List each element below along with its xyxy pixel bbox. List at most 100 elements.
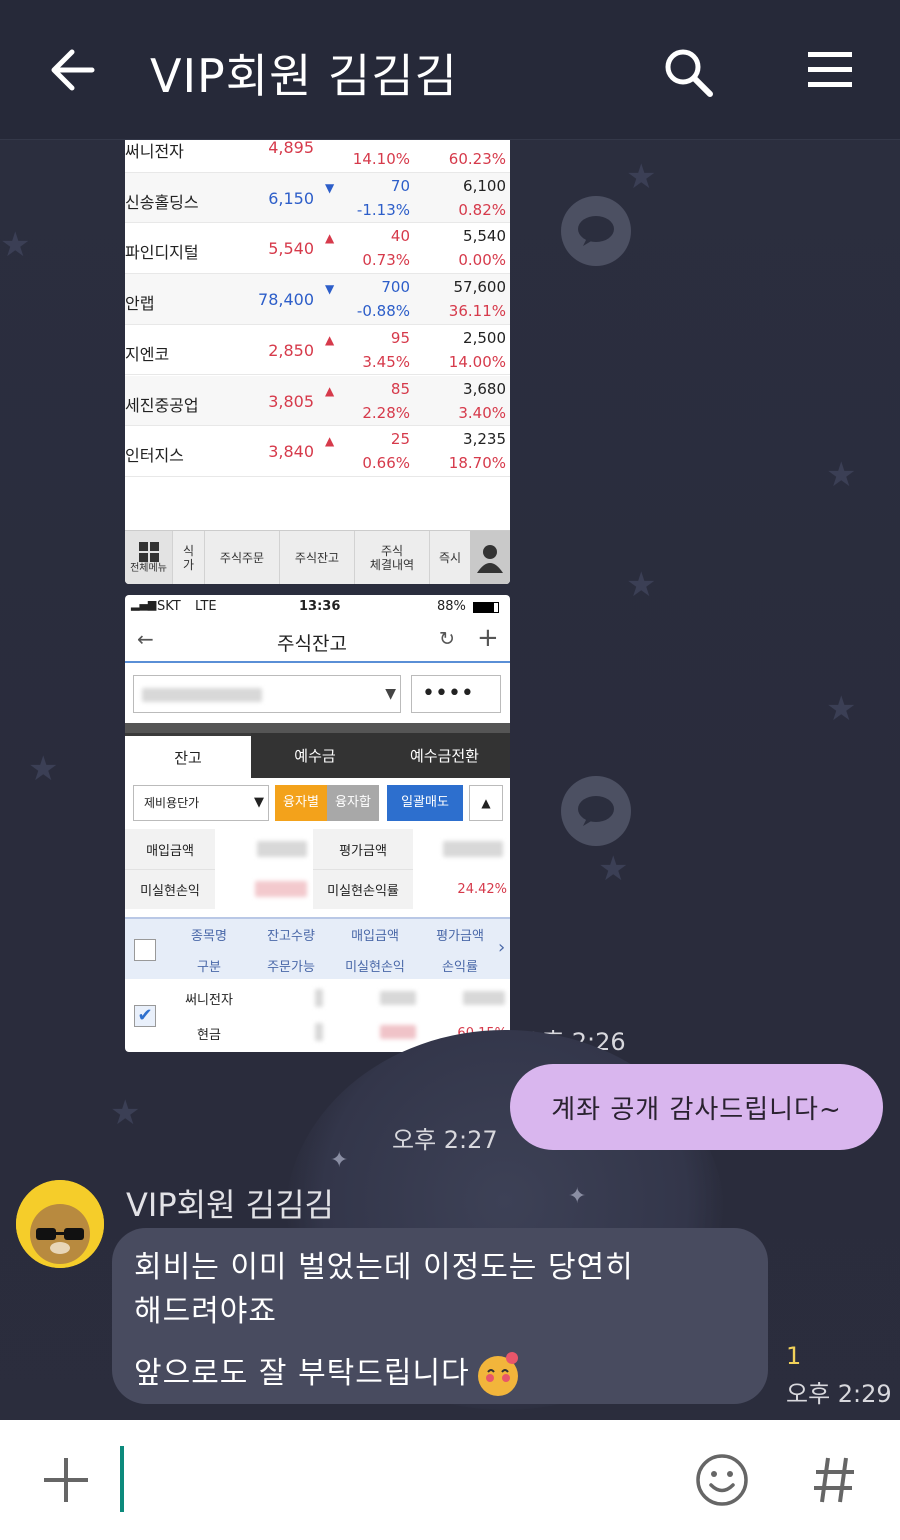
other-message-bubble[interactable]: 회비는 이미 벌었는데 이정도는 당연히 해드려야죠 앞으로도 잘 부탁드립니다	[112, 1228, 768, 1404]
col-eval-amount: 평가금액	[436, 929, 484, 944]
stock-value-pct: 36.11%	[448, 302, 506, 321]
message-time: 오후 2:29	[786, 1380, 892, 1408]
balance-title: 주식잔고	[277, 633, 347, 655]
stock-change: 700	[381, 278, 410, 297]
stock-row: 안랩 78,400 ▼ 700 -0.88% 57,600 36.11%	[125, 274, 510, 325]
stock-price: 3,840	[268, 442, 314, 462]
avatar[interactable]	[16, 1180, 104, 1268]
cost-select-label: 제비용단가	[144, 796, 200, 810]
plus-icon: +	[477, 623, 499, 653]
divider	[125, 723, 510, 733]
stock-change-pct: 3.45%	[362, 352, 410, 371]
stock-value-pct: 60.23%	[448, 150, 506, 168]
chat-title: VIP회원 김김김	[150, 49, 458, 103]
all-menu-button: 전체메뉴	[125, 531, 173, 584]
star-decoration-icon: ★	[110, 1093, 141, 1133]
stock-row: 파인디지털 5,540 ▲ 40 0.73% 5,540 0.00%	[125, 223, 510, 275]
stock-row: 신송홀딩스 6,150 ▼ 70 -1.13% 6,100 0.82%	[125, 172, 510, 224]
grid-menu-icon	[138, 542, 159, 562]
star-decoration-icon: ★	[826, 455, 857, 495]
stock-price: 3,805	[268, 391, 314, 411]
stock-value: 5,540	[463, 227, 506, 246]
summary-label: 평가금액	[313, 829, 413, 869]
up-triangle-icon: ▲	[325, 434, 335, 449]
chat-header: VIP회원 김김김	[0, 0, 900, 140]
all-menu-label: 전체메뉴	[130, 563, 167, 574]
emoji-icon[interactable]	[694, 1452, 750, 1508]
partial-right-item: 즉시	[438, 550, 462, 565]
stock-change-pct: 0.73%	[362, 251, 410, 270]
refresh-icon: ↻	[439, 628, 455, 650]
shared-image-stock-list[interactable]: 써니전자 4,895 14.10% 60.23% 신송홀딩스 6,150 ▼ 70 -1.13%…	[125, 140, 510, 584]
stock-name: 신송홀딩스	[125, 192, 199, 212]
message-line: 회비는 이미 벌었는데 이정도는 당연히	[134, 1250, 634, 1285]
stock-value-pct: 0.00%	[458, 251, 506, 270]
network-label: LTE	[195, 599, 217, 614]
star-decoration-icon: ★	[626, 157, 657, 197]
status-time: 13:36	[299, 599, 341, 614]
stock-change: 95	[390, 328, 410, 347]
ryan-avatar-icon	[16, 1180, 104, 1268]
col-stock-name: 종목명	[191, 929, 227, 944]
stock-name: 인터지스	[125, 446, 184, 466]
stock-value: 3,235	[463, 430, 506, 449]
partial-menu-item: 식 가	[173, 531, 205, 584]
tab-deposit-transfer: 예수금전환	[409, 747, 479, 765]
holding-name: 써니전자	[185, 993, 233, 1008]
chevron-down-icon: ▼	[254, 795, 264, 810]
stock-value: 3,680	[463, 379, 506, 398]
select-all-checkbox	[134, 939, 156, 961]
stock-name: 안랩	[125, 294, 155, 314]
share-chat-icon[interactable]	[561, 196, 631, 266]
shared-image-stock-balance[interactable]: ▂▄▆ SKT LTE 13:36 88% ← 주식잔고 ↻ + ▼ •••• …	[125, 595, 510, 1052]
message-time: 오후 2:27	[392, 1126, 498, 1154]
stock-order-item: 주식주문	[205, 531, 280, 584]
sparkle-icon: ✦	[330, 1148, 349, 1173]
down-triangle-icon: ▼	[325, 282, 335, 297]
balance-tabs: 잔고 예수금 예수금전환	[125, 733, 510, 778]
message-input-bar	[0, 1420, 900, 1540]
summary-table: 매입금액 평가금액 미실현손익 미실현손익률 24.42%	[125, 829, 510, 909]
star-decoration-icon: ★	[826, 689, 857, 729]
chevron-right-icon: ›	[498, 937, 506, 958]
sparkle-icon: ✦	[568, 1184, 587, 1209]
stock-name: 써니전자	[125, 142, 184, 161]
stock-name: 파인디지털	[125, 243, 199, 263]
search-icon[interactable]	[660, 44, 716, 100]
blushing-emoji-icon	[477, 1352, 518, 1396]
stock-value-pct: 18.70%	[448, 454, 506, 473]
up-triangle-icon: ▲	[325, 383, 335, 398]
profile-icon	[470, 531, 510, 584]
unread-count: 1	[786, 1342, 802, 1370]
stock-price: 6,150	[268, 188, 314, 208]
stock-name: 세진중공업	[125, 395, 199, 415]
share-chat-icon[interactable]	[561, 776, 631, 846]
col-orderable: 주문가능	[267, 960, 315, 975]
my-message-bubble[interactable]: 계좌 공개 감사드립니다~	[510, 1064, 883, 1150]
stock-value-pct: 14.00%	[448, 352, 506, 371]
stock-change-pct: -1.13%	[356, 200, 410, 219]
tab-balance: 잔고	[125, 733, 251, 778]
summary-label: 미실현손익	[125, 869, 215, 909]
col-buy-amount: 매입금액	[351, 929, 399, 944]
hashtag-icon[interactable]	[812, 1454, 856, 1506]
stock-value: 2,500	[463, 328, 506, 347]
stock-change-pct: 14.10%	[352, 150, 410, 168]
plus-icon[interactable]	[40, 1454, 92, 1506]
stock-app-bottom-bar: 전체메뉴 식 가 주식주문 주식잔고 주식 체결내역 즉시	[125, 530, 510, 584]
collapse-icon: ▲	[469, 785, 503, 821]
balance-nav-bar: ← 주식잔고 ↻ +	[125, 619, 510, 663]
hamburger-menu-icon[interactable]	[806, 48, 854, 92]
message-input[interactable]	[120, 1446, 124, 1512]
stock-value-pct: 3.40%	[458, 403, 506, 422]
summary-label: 미실현손익률	[313, 869, 413, 909]
phone-status-bar: ▂▄▆ SKT LTE 13:36 88%	[125, 595, 510, 619]
up-triangle-icon: ▲	[325, 332, 335, 347]
col-rate: 손익률	[442, 960, 478, 975]
row-checkbox: ✔	[134, 1005, 156, 1027]
back-arrow-icon[interactable]	[46, 38, 102, 102]
stock-price: 5,540	[268, 239, 314, 259]
stock-change: 40	[390, 227, 410, 246]
stock-change: 70	[390, 176, 410, 195]
stock-executed-item: 주식 체결내역	[355, 531, 430, 584]
